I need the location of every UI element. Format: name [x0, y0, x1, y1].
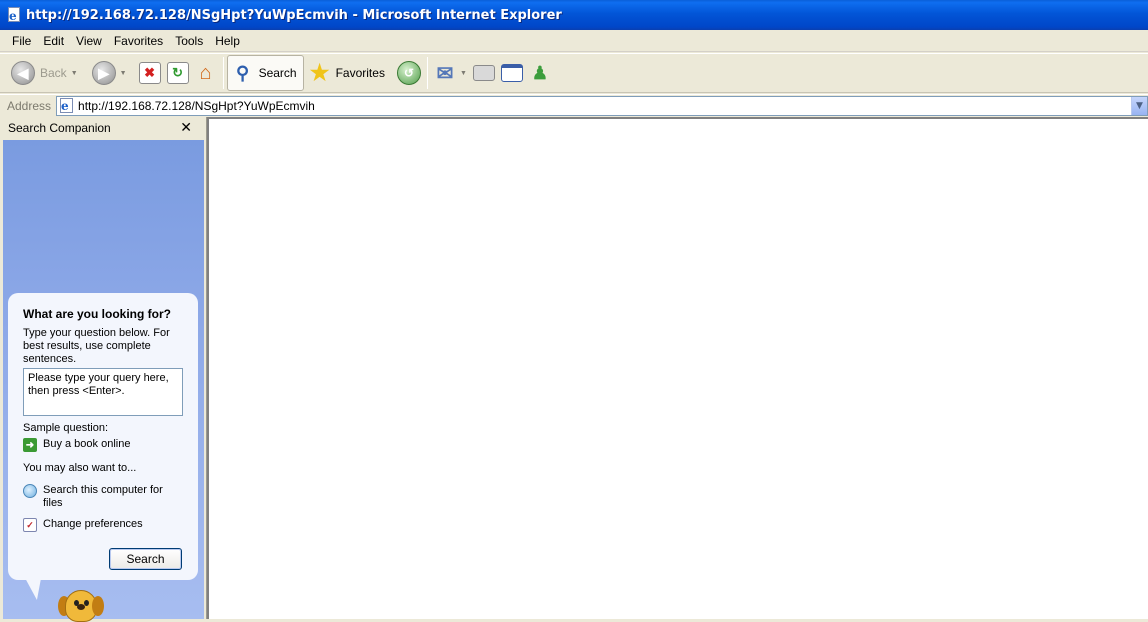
standard-toolbar: ◀ Back ▼ ▶ ▼ ✖ ↻ ⌂ ⚲ Search ★ Favorites … [0, 53, 1148, 93]
sample-question-text[interactable]: Buy a book online [43, 438, 130, 451]
forward-button[interactable]: ▶ ▼ [89, 55, 130, 91]
forward-dropdown-icon[interactable]: ▼ [120, 70, 127, 77]
ie-window: e http://192.168.72.128/NSgHpt?YuWpEcmvi… [0, 0, 1148, 622]
search-query-input[interactable]: Please type your query here, then press … [23, 368, 183, 416]
menu-help[interactable]: Help [209, 34, 246, 48]
bubble-instructions: Type your question below. For best resul… [23, 327, 170, 365]
forward-arrow-icon: ▶ [91, 61, 116, 85]
address-input[interactable]: e http://192.168.72.128/NSgHpt?YuWpEcmvi… [56, 95, 1148, 116]
back-dropdown-icon[interactable]: ▼ [71, 70, 78, 77]
pane-title: Search Companion [8, 121, 111, 135]
menu-view[interactable]: View [70, 34, 108, 48]
history-icon: ↺ [396, 61, 421, 85]
title-bar[interactable]: e http://192.168.72.128/NSgHpt?YuWpEcmvi… [0, 0, 1148, 30]
search-companion-pane: Search Companion ✕ What are you looking … [0, 117, 207, 622]
star-icon: ★ [309, 60, 330, 85]
favorites-button[interactable]: ★ Favorites [306, 55, 388, 91]
mail-icon: ✉ [436, 62, 454, 85]
address-label: Address [7, 98, 52, 113]
close-icon[interactable]: ✕ [180, 119, 192, 136]
ie-page-icon: e [59, 97, 75, 114]
change-preferences-text[interactable]: Change preferences [43, 518, 143, 531]
search-toolbar-label: Search [258, 66, 297, 80]
mail-button[interactable]: ✉ ▼ [431, 55, 470, 91]
toolbar-separator [222, 57, 224, 89]
change-preferences-link[interactable]: ✓ Change preferences [23, 518, 184, 532]
favorites-label: Favorites [335, 66, 385, 80]
search-computer-link[interactable]: Search this computer for files [23, 484, 184, 510]
messenger-button[interactable]: ♟ [526, 55, 554, 91]
page-content-area[interactable] [207, 117, 1148, 619]
stop-icon: ✖ [138, 62, 161, 84]
home-button[interactable]: ⌂ [192, 55, 220, 91]
refresh-icon: ↻ [166, 62, 189, 84]
search-computer-icon [23, 484, 37, 498]
home-icon: ⌂ [199, 61, 212, 84]
menu-favorites[interactable]: Favorites [108, 34, 169, 48]
ie-page-icon: e [6, 7, 22, 23]
green-arrow-icon: ➜ [23, 438, 37, 452]
also-label: You may also want to... [23, 462, 137, 474]
search-dog-character-icon[interactable] [58, 590, 104, 622]
toolbar-separator [426, 57, 428, 89]
printer-icon [472, 65, 495, 81]
mail-dropdown-icon[interactable]: ▼ [460, 70, 467, 77]
address-url[interactable]: http://192.168.72.128/NSgHpt?YuWpEcmvih [78, 99, 315, 113]
bubble-tail [25, 578, 45, 600]
address-dropdown-icon[interactable]: ▼ [1131, 96, 1147, 115]
search-bubble: What are you looking for? Type your ques… [8, 293, 198, 580]
history-button[interactable]: ↺ [394, 55, 424, 91]
sample-question-link[interactable]: ➜ Buy a book online [23, 438, 184, 452]
back-label: Back [40, 66, 67, 80]
search-computer-text[interactable]: Search this computer for files [43, 484, 184, 510]
search-button[interactable]: Search [109, 548, 182, 570]
pane-body: What are you looking for? Type your ques… [3, 140, 204, 622]
refresh-button[interactable]: ↻ [164, 55, 192, 91]
stop-button[interactable]: ✖ [136, 55, 164, 91]
sample-label: Sample question: [23, 422, 108, 434]
back-arrow-icon: ◀ [11, 61, 35, 85]
pane-header: Search Companion ✕ [0, 117, 206, 139]
menu-edit[interactable]: Edit [37, 34, 70, 48]
edit-page-icon [500, 64, 523, 82]
menu-file[interactable]: File [6, 34, 37, 48]
messenger-icon: ♟ [531, 62, 548, 83]
magnifier-icon: ⚲ [235, 62, 250, 83]
menu-bar: File Edit View Favorites Tools Help [0, 30, 1148, 52]
print-button[interactable] [470, 55, 498, 91]
edit-button[interactable] [498, 55, 526, 91]
window-title: http://192.168.72.128/NSgHpt?YuWpEcmvih … [26, 7, 562, 23]
search-toolbar-button[interactable]: ⚲ Search [226, 55, 304, 91]
address-bar: Address e http://192.168.72.128/NSgHpt?Y… [0, 94, 1148, 116]
bubble-heading: What are you looking for? [23, 307, 172, 321]
preferences-icon: ✓ [23, 518, 37, 532]
back-button[interactable]: ◀ Back ▼ [8, 55, 81, 91]
menu-tools[interactable]: Tools [169, 34, 209, 48]
